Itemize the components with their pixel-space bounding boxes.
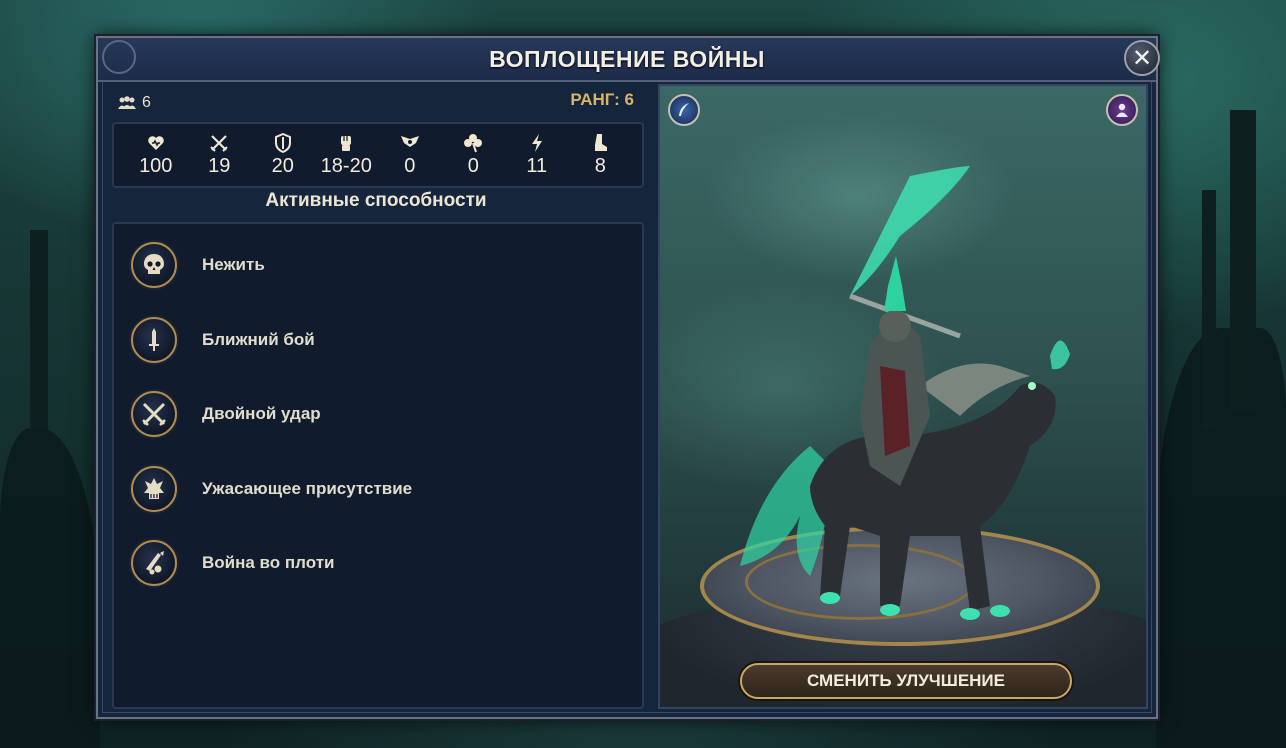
ability-melee[interactable]: Ближний бой — [114, 303, 642, 378]
hero-button[interactable] — [1106, 94, 1138, 126]
unit-info-panel: 6 РАНГ: 6 100 19 20 18-20 0 0 11 8 Актив… — [106, 86, 650, 709]
clover-icon — [464, 133, 483, 152]
unit-details-window: ВОПЛОЩЕНИЕ ВОЙНЫ ✕ 6 РАНГ: 6 100 19 20 1… — [96, 36, 1160, 719]
ability-label: Нежить — [202, 255, 265, 275]
unit-rank: РАНГ: 6 — [570, 90, 634, 109]
lightning-icon — [531, 133, 542, 152]
ability-badge — [131, 391, 177, 438]
stat-attack[interactable]: 19 — [191, 133, 247, 178]
double-strike-icon — [142, 403, 166, 427]
ability-badge — [131, 316, 177, 363]
fist-icon — [341, 135, 352, 151]
stat-initiative[interactable]: 11 — [509, 133, 565, 178]
corner-ornament — [102, 40, 136, 74]
death-knight-rider-illustration — [740, 166, 1070, 620]
shield-icon — [274, 132, 291, 153]
ability-label: Война во плоти — [202, 553, 335, 573]
ability-label: Ужасающее присутствие — [202, 478, 413, 498]
window-title: ВОПЛОЩЕНИЕ ВОЙНЫ — [489, 45, 765, 72]
quill-icon — [679, 103, 689, 116]
skull-icon — [144, 254, 164, 275]
ability-label: Двойной удар — [202, 404, 321, 424]
winged-crest-icon — [400, 135, 419, 147]
change-upgrade-button[interactable]: СМЕНИТЬ УЛУЧШЕНИЕ — [740, 663, 1072, 699]
stats-bar: 100 19 20 18-20 0 0 11 8 — [112, 122, 644, 188]
stat-damage[interactable]: 18-20 — [318, 133, 374, 178]
sword-icon — [149, 327, 159, 351]
group-icon — [118, 96, 136, 109]
stat-value: 100 — [139, 154, 173, 177]
ability-terrifying-presence[interactable]: Ужасающее присутствие — [114, 452, 642, 527]
stat-value: 18-20 — [320, 154, 372, 177]
ability-double-strike[interactable]: Двойной удар — [114, 377, 642, 452]
boot-icon — [595, 133, 608, 151]
terror-icon — [144, 477, 164, 499]
hero-portrait-icon — [1116, 103, 1128, 117]
ability-undead[interactable]: Нежить — [114, 228, 642, 303]
heart-icon — [147, 135, 164, 150]
ability-war-incarnate[interactable]: Война во плоти — [114, 526, 642, 601]
stat-health[interactable]: 100 — [128, 133, 184, 178]
stat-morale[interactable]: 0 — [382, 133, 438, 178]
stat-value: 8 — [594, 154, 606, 177]
close-button[interactable]: ✕ — [1124, 40, 1160, 76]
stat-value: 0 — [467, 154, 479, 177]
lore-button[interactable] — [668, 94, 700, 126]
stat-speed[interactable]: 8 — [572, 133, 628, 178]
stat-value: 0 — [404, 154, 416, 177]
unit-count: 6 — [118, 94, 151, 112]
stat-value: 19 — [208, 154, 231, 177]
abilities-heading: Активные способности — [265, 190, 487, 211]
ability-badge — [131, 465, 177, 512]
ability-badge — [131, 540, 177, 587]
unit-count-value: 6 — [142, 94, 151, 111]
unit-preview-panel: СМЕНИТЬ УЛУЧШЕНИЕ — [658, 84, 1148, 709]
ability-label: Ближний бой — [202, 329, 315, 349]
close-icon: ✕ — [1131, 44, 1153, 72]
stat-luck[interactable]: 0 — [445, 133, 501, 178]
stat-value: 20 — [271, 154, 294, 177]
war-incarnate-icon — [146, 551, 164, 575]
title-bar: ВОПЛОЩЕНИЕ ВОЙНЫ ✕ — [98, 38, 1160, 82]
crossed-swords-icon — [210, 134, 228, 152]
stat-defense[interactable]: 20 — [255, 132, 311, 178]
abilities-list: Нежить Ближний бой Двойной удар Ужасающе… — [112, 222, 644, 709]
ability-badge — [131, 242, 177, 289]
stat-value: 11 — [526, 154, 548, 177]
